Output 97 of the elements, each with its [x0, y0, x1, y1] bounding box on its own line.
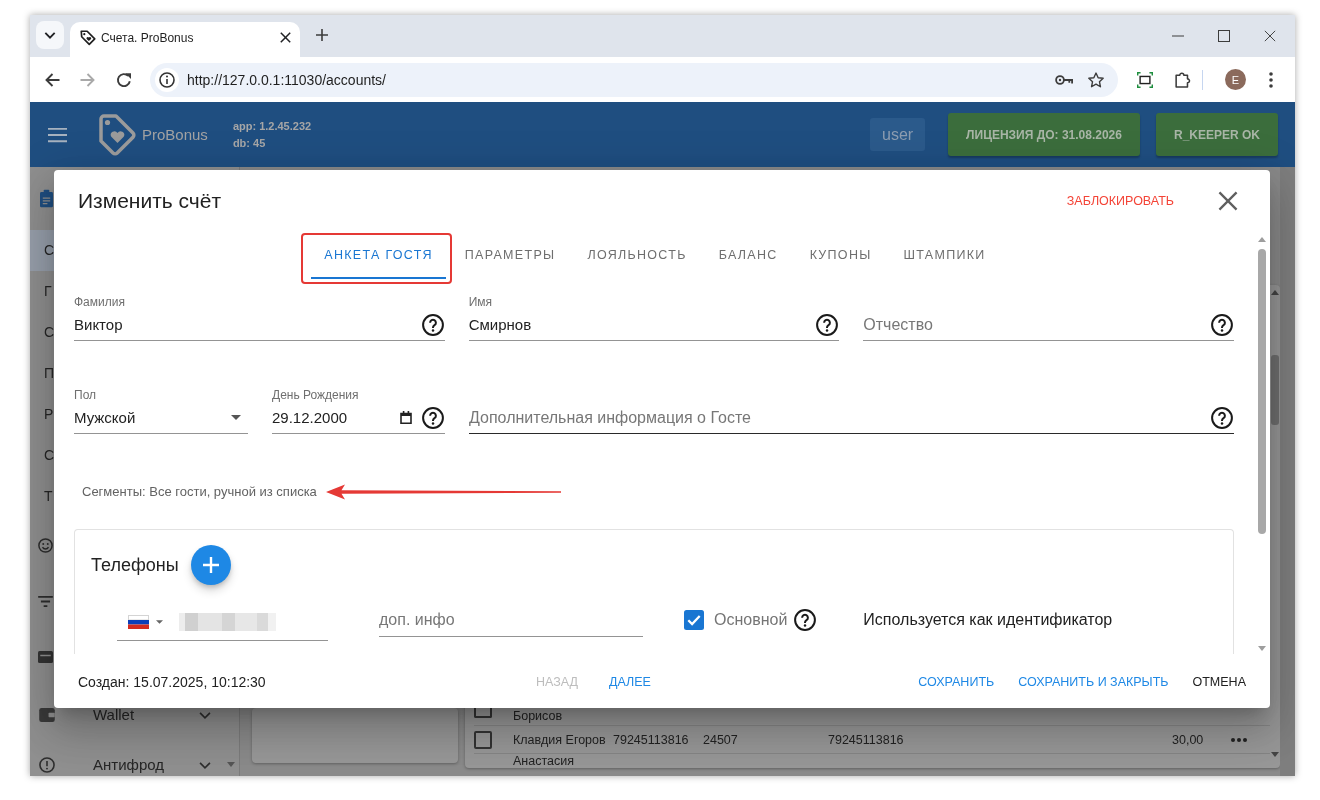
- text-field[interactable]: Фамилия Виктор: [74, 295, 445, 341]
- brand-name: ProBonus: [142, 126, 208, 143]
- kebab-menu-icon[interactable]: [1269, 71, 1273, 88]
- help-icon[interactable]: [421, 313, 444, 336]
- scroll-up-arrow-icon[interactable]: [1258, 237, 1266, 242]
- tab[interactable]: БАЛАНС: [705, 232, 791, 279]
- table-cell: Клавдия Егоров: [513, 732, 606, 747]
- more-icon[interactable]: [1231, 737, 1247, 742]
- note-text: Используется как идентификатор: [863, 611, 1113, 629]
- close-icon[interactable]: [1218, 191, 1238, 211]
- caret-down-icon[interactable]: [156, 619, 163, 624]
- maximize-icon[interactable]: [1218, 30, 1230, 42]
- sidebar-item[interactable]: Р: [30, 394, 54, 435]
- profile-avatar[interactable]: E: [1225, 69, 1246, 90]
- block-button[interactable]: ЗАБЛОКИРОВАТЬ: [1066, 194, 1174, 208]
- tab[interactable]: ЛОЯЛЬНОСТЬ: [574, 232, 700, 279]
- reload-icon[interactable]: [116, 71, 132, 88]
- help-icon[interactable]: [1211, 406, 1233, 429]
- tag-icon: [80, 29, 96, 46]
- table-cell: 24507: [703, 732, 738, 747]
- table-cell: 79245113816: [613, 732, 689, 747]
- scroll-up-arrow-icon[interactable]: [1271, 290, 1279, 295]
- action-button[interactable]: ОТМЕНА: [1184, 663, 1254, 700]
- sidebar-item[interactable]: П: [30, 353, 54, 394]
- filter-icon[interactable]: [38, 595, 53, 607]
- user-button[interactable]: user: [870, 118, 926, 151]
- puzzle-icon[interactable]: [1175, 71, 1191, 88]
- table-cell: 79245113816: [828, 732, 904, 747]
- info-icon[interactable]: [155, 67, 179, 92]
- text-field[interactable]: доп. инфо: [379, 599, 643, 637]
- created-text: Создан: 15.07.2025, 10:12:30: [78, 673, 266, 690]
- nav-button[interactable]: ДАЛЕЕ: [601, 663, 659, 700]
- sidebar-item[interactable]: С: [30, 230, 54, 271]
- chevron-down-icon[interactable]: [199, 761, 211, 769]
- calendar-icon[interactable]: [400, 411, 412, 424]
- card-icon[interactable]: [38, 651, 53, 663]
- row-checkbox[interactable]: [474, 730, 492, 749]
- alert-icon[interactable]: [39, 757, 55, 773]
- caret-down-icon[interactable]: [231, 415, 241, 420]
- help-icon[interactable]: [794, 609, 817, 631]
- chevron-down-icon[interactable]: [199, 711, 211, 719]
- scrollbar-thumb[interactable]: [1271, 355, 1279, 425]
- text-field[interactable]: Имя Смирнов: [468, 295, 840, 341]
- sidebar-item[interactable]: С: [30, 435, 54, 476]
- menu-icon[interactable]: [48, 126, 67, 143]
- sidebar-item[interactable]: С: [30, 312, 54, 353]
- scroll-down-arrow-icon[interactable]: [1271, 752, 1279, 757]
- tag-heart-icon: [98, 113, 136, 156]
- address-field[interactable]: http://127.0.0.1:11030/accounts/: [150, 62, 1118, 97]
- scrollbar-thumb[interactable]: [1258, 249, 1266, 534]
- plus-icon[interactable]: [316, 29, 328, 41]
- status-button[interactable]: R_KEEPER OK: [1155, 113, 1278, 156]
- date-field[interactable]: День Рождения 29.12.2000: [272, 388, 445, 434]
- dialog-title: Изменить счёт: [78, 189, 222, 213]
- tab[interactable]: АНКЕТА ГОСТЯ: [311, 232, 446, 279]
- chevron-down-icon: [44, 31, 56, 39]
- sidebar-item[interactable]: Т: [30, 476, 54, 517]
- version-text: app: 1.2.45.232: [232, 118, 312, 134]
- tab[interactable]: КУПОНЫ: [796, 232, 885, 279]
- help-icon[interactable]: [816, 313, 839, 336]
- checkbox[interactable]: [684, 610, 704, 630]
- screen-frame-icon[interactable]: [1137, 71, 1153, 88]
- plus-icon: [202, 557, 219, 573]
- star-icon[interactable]: [1088, 71, 1104, 88]
- sidebar-item[interactable]: Wallet: [93, 708, 135, 722]
- close-icon[interactable]: [280, 32, 291, 43]
- smiley-icon[interactable]: [38, 537, 53, 553]
- tab[interactable]: ПАРАМЕТРЫ: [451, 232, 569, 279]
- back-arrow-icon[interactable]: [44, 71, 60, 88]
- close-icon[interactable]: [1264, 30, 1276, 42]
- browser-tab[interactable]: Счета. ProBonus: [70, 22, 300, 57]
- status-button[interactable]: ЛИЦЕНЗИЯ ДО: 31.08.2026: [948, 113, 1140, 156]
- checkbox-label: Основной: [714, 611, 788, 629]
- sidebar-item[interactable]: Антифрод: [93, 758, 164, 772]
- text-area[interactable]: Дополнительная информация о Госте: [469, 388, 1234, 434]
- segments-text: Сегменты: Все гости, ручной из списка: [82, 484, 317, 499]
- text-field[interactable]: Отчество: [863, 295, 1234, 341]
- action-button[interactable]: СОХРАНИТЬ: [910, 663, 1003, 700]
- scrollbar-track[interactable]: [1280, 167, 1295, 776]
- help-icon[interactable]: [422, 406, 444, 429]
- section-title: Телефоны: [91, 554, 179, 576]
- scroll-down-arrow-icon[interactable]: [1258, 646, 1266, 651]
- tab[interactable]: ШТАМПИКИ: [890, 232, 999, 279]
- tab-list-button[interactable]: [36, 21, 64, 49]
- table-cell: Борисов: [513, 708, 563, 723]
- table-cell: Анастасия: [513, 754, 574, 768]
- version-text: db: 45: [232, 135, 267, 151]
- add-button[interactable]: [190, 545, 231, 585]
- select-field[interactable]: Пол Мужской: [74, 388, 248, 434]
- help-icon[interactable]: [1211, 313, 1233, 336]
- wallet-icon[interactable]: [39, 708, 55, 722]
- action-button[interactable]: СОХРАНИТЬ И ЗАКРЫТЬ: [1010, 663, 1177, 700]
- table-cell: 30,00: [1172, 732, 1204, 747]
- clipboard-icon: [40, 189, 53, 208]
- flag-icon: [128, 614, 149, 629]
- key-icon[interactable]: [1055, 74, 1073, 85]
- sidebar-item[interactable]: Г: [30, 271, 54, 312]
